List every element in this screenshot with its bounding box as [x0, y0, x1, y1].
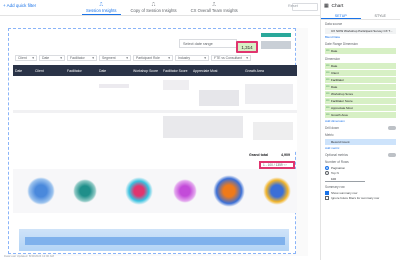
tab-setup[interactable]: SETUP [321, 12, 361, 19]
kpi-scorecard[interactable]: 1,314 [236, 41, 258, 53]
column-header[interactable]: Growth Area [243, 69, 293, 73]
dimension-chip[interactable]: Appreciate Most [325, 105, 396, 111]
column-header[interactable]: Appreciate Most [191, 69, 243, 73]
top-toolbar: + Add quick filter ⎍ Session Insights ⎍ … [0, 0, 320, 16]
rows-per-page-select[interactable]: 100 [325, 176, 365, 182]
data-updated-note: Data Last Updated: 8/30/2024 12:00 AM [4, 254, 54, 258]
filter-date[interactable]: Date ▾ [39, 55, 65, 61]
column-header[interactable]: Facilitator Score [161, 69, 191, 73]
data-source-selector[interactable]: CX SOW Workshop Participant Survey CX T.… [325, 28, 396, 34]
add-metric-link[interactable]: Add metric [325, 146, 396, 150]
metric-chip[interactable]: Record Count [325, 139, 396, 145]
dimension-label: Dimension [325, 57, 341, 61]
grand-total-label: Grand total [249, 153, 269, 157]
tab-session-insights[interactable]: ⎍ Session Insights [82, 2, 121, 15]
properties-panel: ▦ Chart SETUP STYLE Data source CX SOW W… [320, 0, 400, 260]
filter-bar: Client ▾ Date ▾ Facilitator ▾ Segment ▾ Part… [15, 55, 251, 61]
panel-tabs: SETUP STYLE [321, 12, 400, 20]
page-tabs: ⎍ Session Insights ⎍ Copy of Session Ins… [82, 2, 242, 15]
filter-participant-role[interactable]: Participant Role ▾ [133, 55, 173, 61]
rows-label: Number of Rows [325, 160, 349, 164]
bar-series-blurred [25, 237, 285, 245]
filter-facilitator[interactable]: Facilitator ▾ [67, 55, 97, 61]
date-range-dimension-field[interactable]: Date [325, 48, 396, 54]
blend-data-link[interactable]: Blend Data [325, 35, 396, 39]
add-quick-filter-button[interactable]: + Add quick filter [3, 3, 36, 8]
dimension-chip[interactable]: Growth Area [325, 112, 396, 118]
donut-charts-blurred [13, 169, 297, 213]
panel-title: Chart [331, 3, 344, 9]
dimension-chip[interactable]: Facilitator Score [325, 98, 396, 104]
add-dimension-link[interactable]: Add dimension [325, 119, 396, 123]
filter-segment[interactable]: Segment ▾ [99, 55, 131, 61]
optional-metrics-toggle[interactable] [388, 153, 396, 157]
column-header[interactable]: Date [97, 69, 131, 73]
drill-down-toggle[interactable] [388, 126, 396, 130]
column-header[interactable]: Facilitator [65, 69, 97, 73]
tab-copy-session-insights[interactable]: ⎍ Copy of Session Insights [127, 2, 181, 15]
table-chart-icon: ▦ [324, 3, 329, 9]
filter-industry[interactable]: Industry ▾ [175, 55, 209, 61]
ignore-filters-summary-checkbox[interactable]: Ignore future filters for summary row [325, 196, 396, 200]
dimension-chip[interactable]: Date [325, 84, 396, 90]
drill-down-label: Drill down [321, 124, 400, 131]
date-range-dimension-label: Date Range Dimension [325, 42, 358, 46]
reset-label: Reset [288, 4, 298, 8]
table-pagination[interactable]: 1 - 100 / 1359 ‹ › [259, 161, 295, 169]
column-header[interactable]: Workshop Score [131, 69, 161, 73]
column-header[interactable]: Date [13, 69, 33, 73]
chevron-left-icon[interactable]: ‹ [284, 163, 285, 167]
tab-style[interactable]: STYLE [361, 12, 400, 19]
chevron-right-icon[interactable]: › [286, 163, 287, 167]
dimension-chip[interactable]: Client [325, 70, 396, 76]
summary-row-label: Summary row [325, 185, 345, 189]
column-header[interactable]: Client [33, 69, 65, 73]
filter-fte-vs-consultant[interactable]: FTE vs Consultant ▾ [211, 55, 251, 61]
data-table[interactable]: Date Client Facilitator Date Workshop Sc… [13, 65, 297, 169]
metric-label: Metric [325, 133, 334, 137]
table-body-blurred [13, 76, 297, 151]
grand-total-value: 4,909 [281, 153, 290, 157]
tab-cx-overall-team-insights[interactable]: ⎍ CX Overall Team Insights [187, 2, 242, 15]
optional-metrics-label: Optional metrics [321, 151, 400, 158]
show-summary-row-checkbox[interactable]: Show summary row [325, 191, 396, 195]
dimension-chip[interactable]: Workshop Score [325, 91, 396, 97]
pagination-radio[interactable]: Pagination [325, 166, 396, 170]
data-source-label: Data source [325, 22, 343, 26]
blurred-logo [261, 41, 291, 49]
date-range-control[interactable]: Select date range [179, 39, 237, 48]
report-canvas: Select date range 1,314 Client ▾ Date ▾ Fa… [8, 28, 308, 256]
report-page[interactable]: Select date range 1,314 Client ▾ Date ▾ Fa… [8, 28, 297, 254]
filter-client[interactable]: Client ▾ [15, 55, 37, 61]
dimension-chip[interactable]: Date [325, 63, 396, 69]
panel-header: ▦ Chart [321, 0, 400, 12]
top-n-radio[interactable]: Top N [325, 171, 396, 175]
header-bar [261, 33, 291, 37]
table-header: Date Client Facilitator Date Workshop Sc… [13, 65, 297, 76]
dimension-chip[interactable]: Facilitator [325, 77, 396, 83]
